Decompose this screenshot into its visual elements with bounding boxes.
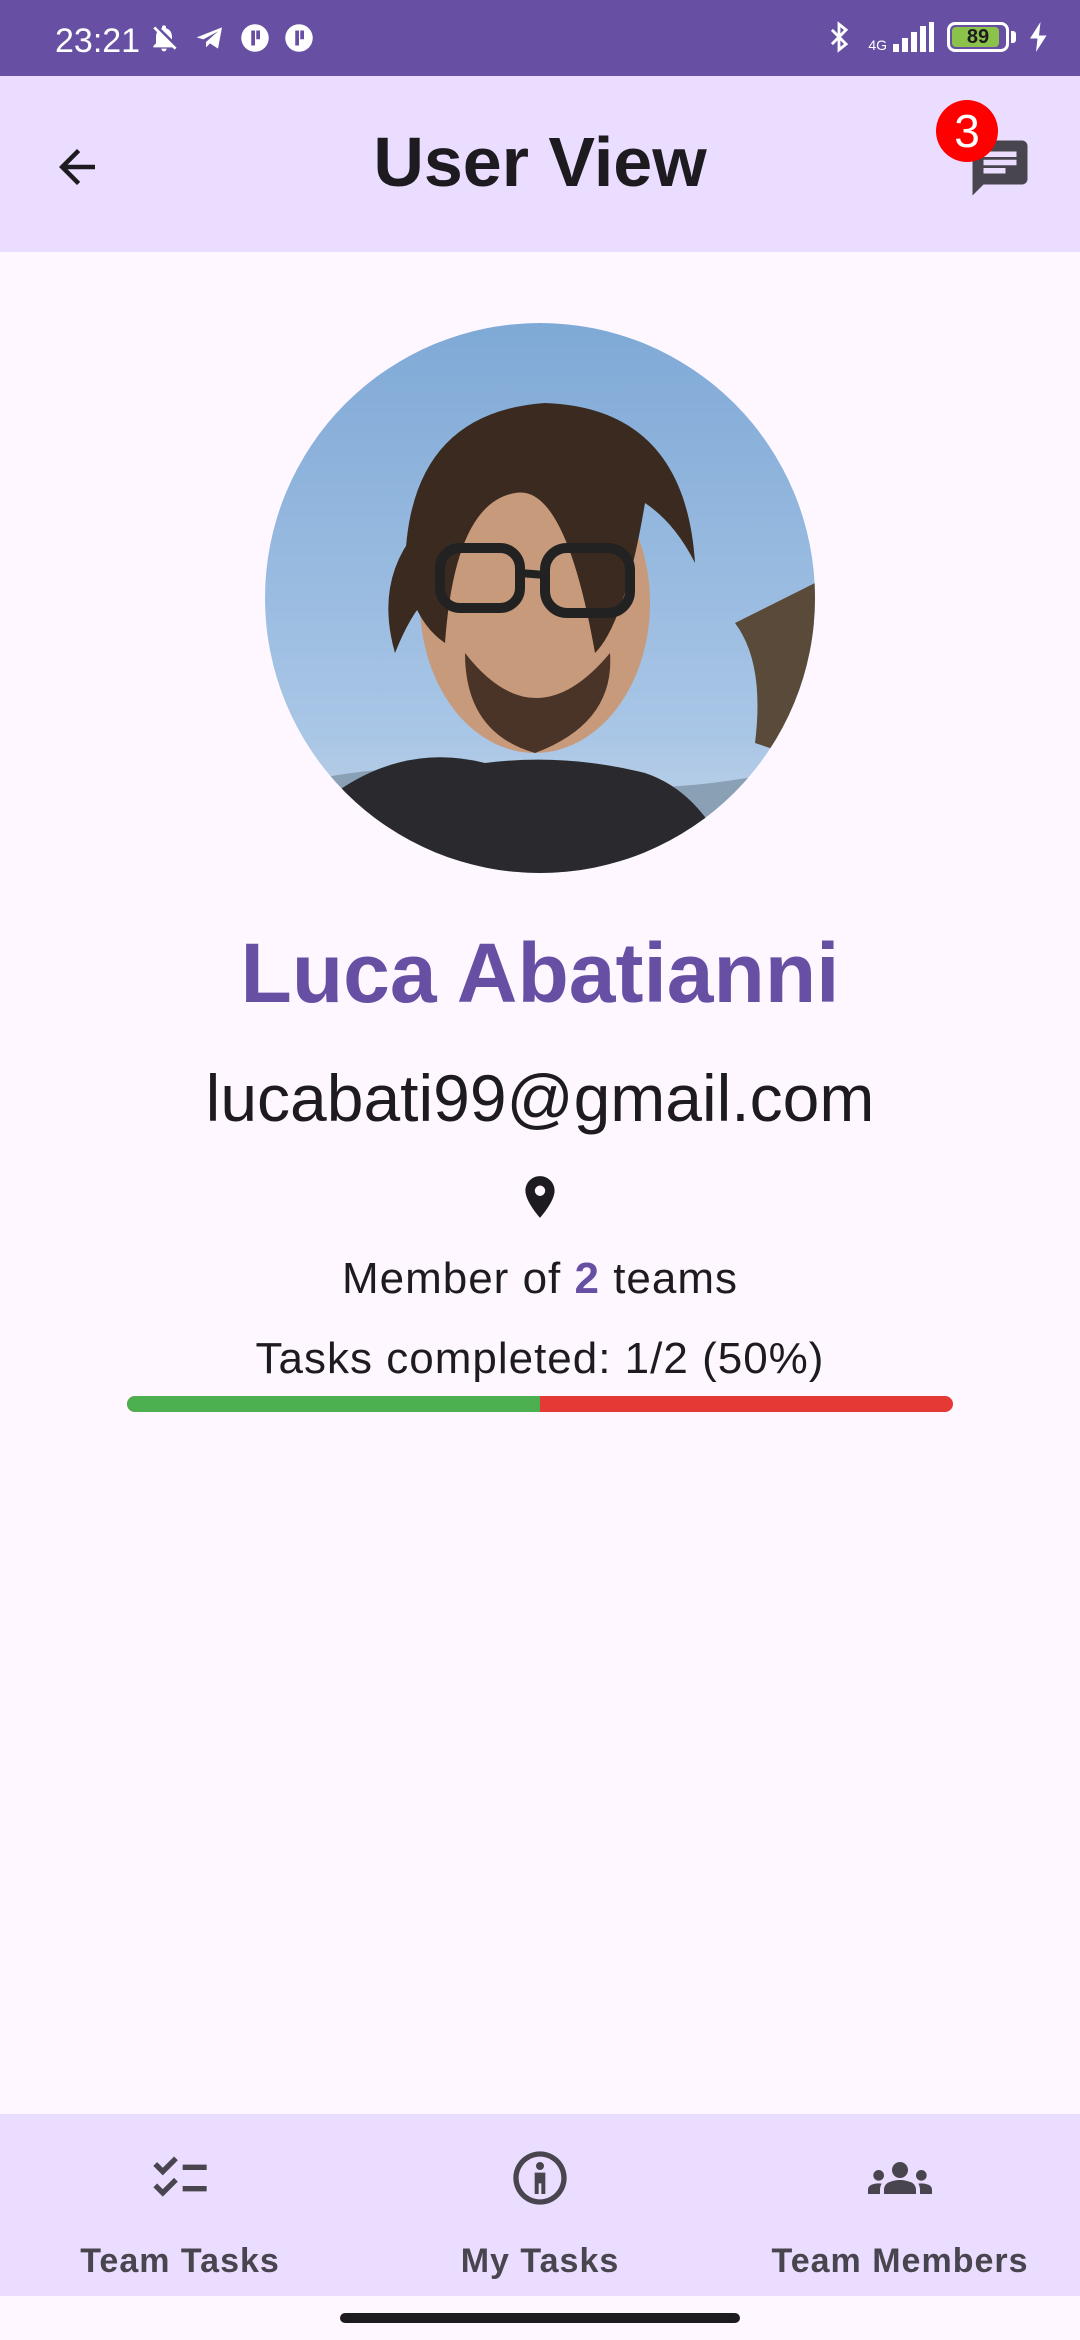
status-right-icons: 4G 89: [822, 20, 1050, 54]
status-time: 23:21: [55, 22, 141, 60]
status-left-icons: [148, 22, 314, 54]
chat-badge: 3: [936, 100, 998, 162]
tasks-completed-text: Tasks completed: 1/2 (50%): [255, 1334, 825, 1383]
tasks-progress-fill: [127, 1396, 540, 1412]
user-email: lucabati99@gmail.com: [205, 1061, 875, 1135]
team-membership: Member of 2 teams: [341, 1254, 739, 1303]
battery-icon: 89: [947, 22, 1009, 52]
checklist-icon: [153, 2156, 207, 2197]
nav-team-tasks[interactable]: Team Tasks: [0, 2114, 360, 2296]
app-icon: [285, 24, 313, 52]
nav-my-tasks[interactable]: My Tasks: [360, 2114, 720, 2296]
app-bar: User View 3: [0, 76, 1080, 252]
status-bar: 23:21 4G 89: [0, 0, 1080, 76]
tasks-progress-bar: [127, 1396, 953, 1412]
bell-off-icon: [153, 25, 177, 52]
team-count: 2: [574, 1254, 600, 1303]
signal-icon: 4G: [868, 22, 935, 52]
avatar: [265, 323, 815, 873]
bottom-navigation: Team Tasks My Tasks Team Members: [0, 2114, 1080, 2296]
location-pin-icon: [515, 1172, 565, 1222]
page-title: User View: [373, 123, 707, 201]
nav-team-members[interactable]: Team Members: [720, 2114, 1080, 2296]
home-indicator[interactable]: [340, 2313, 740, 2323]
user-name: Luca Abatianni: [240, 926, 840, 1020]
group-icon: [868, 2162, 932, 2194]
bluetooth-icon: [831, 21, 849, 53]
charging-icon: [1030, 22, 1047, 52]
person-outline-icon: [513, 2151, 567, 2205]
app-icon: [241, 24, 269, 52]
telegram-icon: [196, 27, 222, 49]
